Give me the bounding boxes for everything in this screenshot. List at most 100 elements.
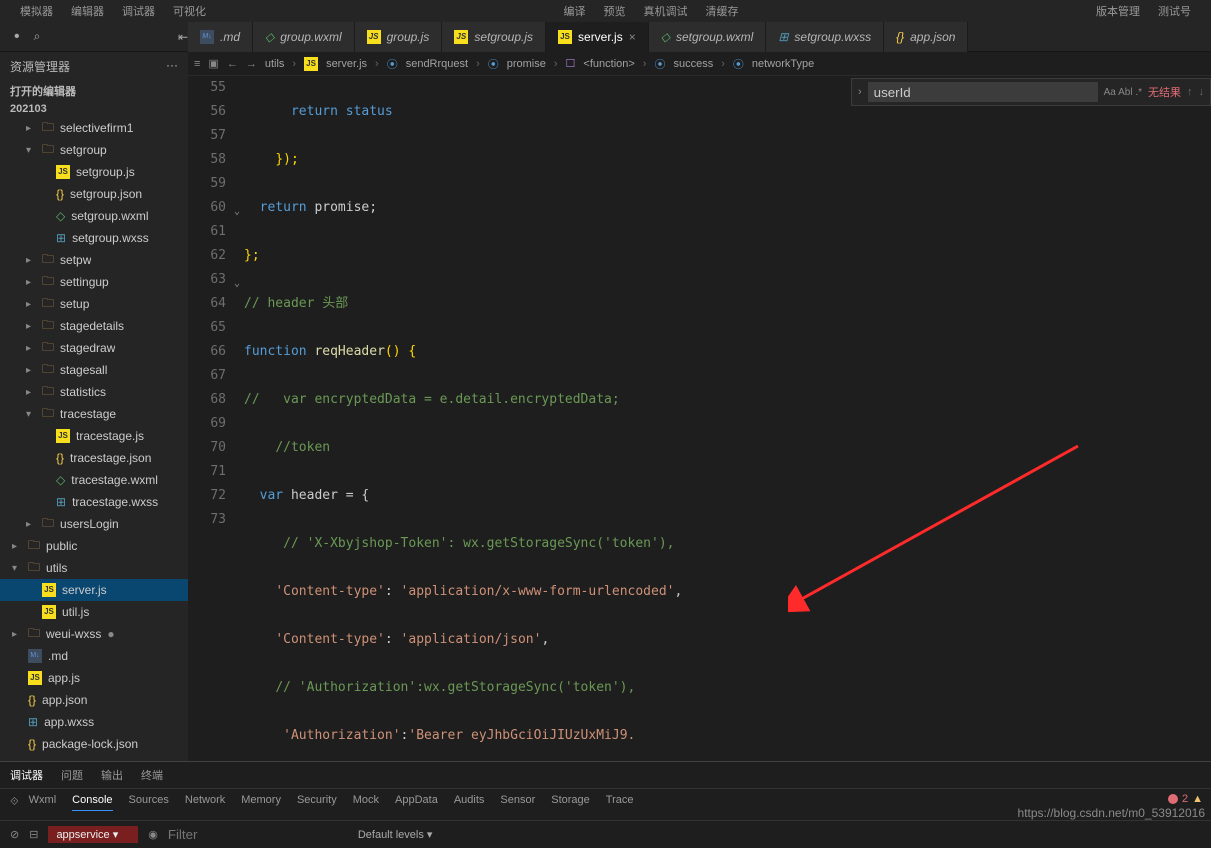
- more-icon[interactable]: ···: [166, 58, 178, 75]
- file-item[interactable]: ▸🗀setup: [0, 293, 188, 315]
- tab-app-json[interactable]: {} app.json: [884, 22, 968, 52]
- toolbar-icon[interactable]: ≡: [194, 58, 200, 70]
- code-editor[interactable]: 555657585960⌄616263⌄64656667686970717273…: [188, 76, 1211, 761]
- explorer-sidebar: 资源管理器 ··· 打开的编辑器 202103 ▸🗀selectivefirm1…: [0, 52, 188, 761]
- menu-item[interactable]: 编译: [564, 3, 586, 19]
- prev-icon[interactable]: ↑: [1187, 86, 1193, 98]
- close-icon[interactable]: ×: [629, 30, 636, 44]
- file-item[interactable]: ▸🗀statistics: [0, 381, 188, 403]
- find-widget: › Aa Abl .* 无结果 ↑ ↓: [851, 78, 1211, 106]
- panel-tab[interactable]: 问题: [61, 767, 83, 783]
- crumb[interactable]: networkType: [752, 58, 814, 70]
- file-item[interactable]: ▸🗀stagedraw: [0, 337, 188, 359]
- search-icon[interactable]: ⌕: [34, 29, 41, 44]
- crumb[interactable]: server.js: [326, 58, 367, 70]
- tab-group-wxml[interactable]: ◇ group.wxml: [253, 22, 355, 52]
- file-item[interactable]: M↓.md: [0, 645, 188, 667]
- tab-server-js[interactable]: JS server.js ×: [546, 22, 649, 52]
- tab-setgroup-js[interactable]: JS setgroup.js: [442, 22, 546, 52]
- code-content[interactable]: return status }); return promise; }; // …: [244, 76, 1211, 761]
- collapse-icon[interactable]: ⇤: [178, 30, 188, 44]
- filter-input[interactable]: [168, 827, 348, 842]
- tab--md[interactable]: M↓ .md: [188, 22, 253, 52]
- clear-icon[interactable]: ⊘: [10, 828, 19, 841]
- devtool-tab[interactable]: Mock: [353, 794, 379, 811]
- back-icon[interactable]: ←: [227, 58, 238, 70]
- menu-item[interactable]: 预览: [604, 3, 626, 19]
- context-selector[interactable]: appservice ▾: [48, 826, 138, 843]
- crumb[interactable]: success: [673, 58, 713, 70]
- search-input[interactable]: [868, 82, 1098, 102]
- tab-group-js[interactable]: JS group.js: [355, 22, 443, 52]
- crumb[interactable]: utils: [265, 58, 285, 70]
- devtool-tab[interactable]: Sources: [129, 794, 169, 811]
- panel-tab[interactable]: 输出: [101, 767, 123, 783]
- levels-selector[interactable]: Default levels ▾: [358, 828, 433, 841]
- devtool-tab-console[interactable]: Console: [72, 794, 112, 811]
- file-item[interactable]: ▾🗀utils: [0, 557, 188, 579]
- devtool-tab[interactable]: Wxml: [29, 794, 57, 811]
- menu-item[interactable]: 测试号: [1158, 3, 1191, 19]
- menu-item[interactable]: 可视化: [173, 3, 206, 19]
- project-root[interactable]: 202103: [0, 101, 188, 117]
- eye-icon[interactable]: ◉: [148, 828, 158, 841]
- toggle-icon[interactable]: ⊟: [29, 828, 38, 841]
- file-item[interactable]: ◇setgroup.wxml: [0, 205, 188, 227]
- tab-setgroup-wxml[interactable]: ◇ setgroup.wxml: [649, 22, 767, 52]
- file-item[interactable]: ▸🗀usersLogin: [0, 513, 188, 535]
- file-item[interactable]: ▸🗀setpw: [0, 249, 188, 271]
- tab-setgroup-wxss[interactable]: ⊞ setgroup.wxss: [766, 22, 884, 52]
- file-item[interactable]: ▸🗀settingup: [0, 271, 188, 293]
- file-item[interactable]: {}package-lock.json: [0, 733, 188, 755]
- file-item[interactable]: ▸🗀public: [0, 535, 188, 557]
- devtool-tab[interactable]: AppData: [395, 794, 438, 811]
- menu-left: 模拟器 编辑器 调试器 可视化: [20, 3, 206, 19]
- file-item[interactable]: JSapp.js: [0, 667, 188, 689]
- expand-icon[interactable]: ›: [858, 86, 862, 98]
- file-item[interactable]: JSserver.js: [0, 579, 188, 601]
- devtool-tab[interactable]: Memory: [241, 794, 281, 811]
- devtool-tab[interactable]: Audits: [454, 794, 485, 811]
- file-item[interactable]: ▸🗀stagesall: [0, 359, 188, 381]
- devtool-tab[interactable]: Trace: [606, 794, 634, 811]
- menu-item[interactable]: 版本管理: [1096, 3, 1140, 19]
- file-item[interactable]: ⊞tracestage.wxss: [0, 491, 188, 513]
- panel-tab[interactable]: 调试器: [10, 767, 43, 783]
- file-item[interactable]: JStracestage.js: [0, 425, 188, 447]
- crumb[interactable]: sendRrquest: [406, 58, 468, 70]
- file-item[interactable]: {}app.json: [0, 689, 188, 711]
- menu-item[interactable]: 编辑器: [71, 3, 104, 19]
- file-tree: ▸🗀selectivefirm1▾🗀setgroupJSsetgroup.js{…: [0, 117, 188, 761]
- file-item[interactable]: ▾🗀tracestage: [0, 403, 188, 425]
- file-item[interactable]: {}tracestage.json: [0, 447, 188, 469]
- file-item[interactable]: ◇tracestage.wxml: [0, 469, 188, 491]
- error-badge[interactable]: 2▲: [1168, 793, 1203, 805]
- devtool-tab[interactable]: Storage: [551, 794, 590, 811]
- match-options[interactable]: Aa Abl .*: [1104, 87, 1142, 98]
- next-icon[interactable]: ↓: [1199, 86, 1205, 98]
- crumb[interactable]: promise: [507, 58, 546, 70]
- file-item[interactable]: {}setgroup.json: [0, 183, 188, 205]
- file-item[interactable]: JSsetgroup.js: [0, 161, 188, 183]
- devtool-tab[interactable]: Security: [297, 794, 337, 811]
- menu-item[interactable]: 模拟器: [20, 3, 53, 19]
- file-item[interactable]: ▸🗀stagedetails: [0, 315, 188, 337]
- file-item[interactable]: ⊞setgroup.wxss: [0, 227, 188, 249]
- save-icon[interactable]: ▣: [208, 57, 218, 70]
- devtool-tab[interactable]: Network: [185, 794, 225, 811]
- panel-tab[interactable]: 终端: [141, 767, 163, 783]
- menu-item[interactable]: 调试器: [122, 3, 155, 19]
- file-item[interactable]: ▾🗀setgroup: [0, 139, 188, 161]
- file-item[interactable]: ⊞app.wxss: [0, 711, 188, 733]
- open-editors-label[interactable]: 打开的编辑器: [0, 81, 188, 101]
- menu-icon[interactable]: •: [14, 28, 20, 46]
- menu-item[interactable]: 真机调试: [644, 3, 688, 19]
- inspect-icon[interactable]: ⟐: [10, 796, 19, 809]
- devtool-tab[interactable]: Sensor: [500, 794, 535, 811]
- file-item[interactable]: ▸🗀weui-wxss ●: [0, 623, 188, 645]
- file-item[interactable]: JSutil.js: [0, 601, 188, 623]
- crumb[interactable]: <function>: [583, 58, 634, 70]
- file-item[interactable]: ▸🗀selectivefirm1: [0, 117, 188, 139]
- menu-item[interactable]: 清缓存: [706, 3, 739, 19]
- forward-icon[interactable]: →: [246, 58, 257, 70]
